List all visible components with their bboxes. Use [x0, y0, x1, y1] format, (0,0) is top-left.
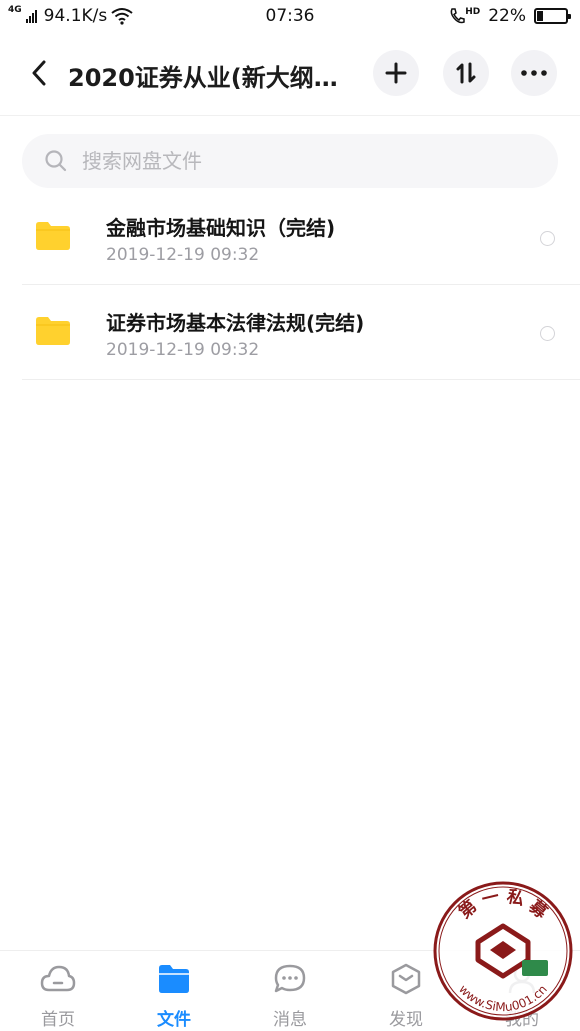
nav-item-home[interactable]: 首页 [18, 963, 98, 1030]
discover-icon [391, 963, 421, 995]
sort-button[interactable] [443, 50, 489, 96]
folder-icon [36, 317, 70, 345]
nav-label: 消息 [273, 1010, 307, 1030]
file-date: 2019-12-19 09:32 [106, 245, 260, 265]
file-row[interactable]: 证券市场基本法律法规(完结) 2019-12-19 09:32 [22, 285, 580, 380]
page-title: 2020证券从业(新大纲… [68, 64, 338, 92]
nav-label: 首页 [41, 1010, 75, 1030]
battery-icon [534, 8, 571, 24]
plus-icon [385, 62, 407, 84]
folder-icon [36, 222, 70, 250]
sort-icon [456, 62, 476, 84]
nav-item-messages[interactable]: 消息 [250, 963, 330, 1030]
cloud-icon [40, 965, 76, 992]
back-button[interactable] [22, 56, 56, 90]
select-checkbox[interactable] [540, 326, 555, 341]
battery-percent: 22% [488, 6, 526, 26]
search-input[interactable] [82, 149, 502, 173]
header: 2020证券从业(新大纲… [0, 44, 580, 104]
search-bar[interactable] [22, 134, 558, 188]
folder-icon [159, 965, 189, 993]
header-divider [0, 115, 580, 116]
file-list: 金融市场基础知识（完结) 2019-12-19 09:32 证券市场基本法律法规… [22, 190, 580, 380]
call-hd-icon: HD [449, 7, 480, 25]
select-checkbox[interactable] [540, 231, 555, 246]
file-name: 金融市场基础知识（完结) [106, 216, 336, 240]
back-arrow-icon [32, 60, 46, 86]
file-name: 证券市场基本法律法规(完结) [106, 311, 365, 335]
file-row[interactable]: 金融市场基础知识（完结) 2019-12-19 09:32 [22, 190, 580, 285]
battery-fill [537, 11, 543, 21]
nav-label: 文件 [157, 1010, 191, 1030]
add-button[interactable] [373, 50, 419, 96]
status-bar: 4G 94.1K/s 07:36 HD 22% [0, 0, 580, 32]
search-icon [45, 150, 67, 172]
watermark-seal: 第 一 私 募 www.SiMu001.cn [433, 881, 573, 1021]
more-dots-icon [521, 70, 547, 76]
chat-icon [274, 964, 306, 993]
status-right: HD 22% [449, 6, 571, 26]
file-date: 2019-12-19 09:32 [106, 340, 260, 360]
hd-label: HD [465, 7, 481, 17]
nav-item-files[interactable]: 文件 [134, 963, 214, 1030]
more-button[interactable] [511, 50, 557, 96]
